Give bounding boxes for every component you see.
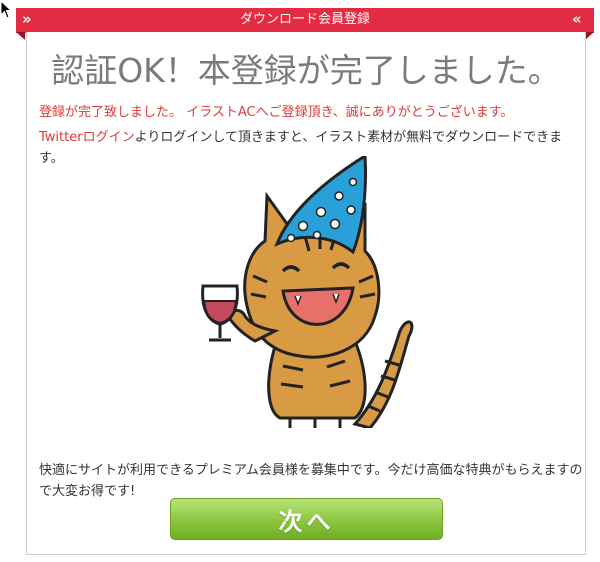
double-chevron-left-icon: « [572,10,582,28]
double-chevron-right-icon: » [22,10,32,28]
ribbon-fold-right [585,32,594,40]
party-cat-icon [201,156,414,428]
twitter-login-link[interactable]: Twitterログイン [39,130,135,145]
mouse-cursor-icon [0,0,13,19]
page-headline: 認証OK！本登録が完了しました。 [51,51,561,90]
header-title: ダウンロード会員登録 [239,12,370,27]
ribbon-fold-left [16,32,25,40]
thanks-message: 登録が完了致しました。 イラストACへご登録頂き、誠にありがとうございます。 [39,105,514,120]
next-button[interactable]: 次へ [170,498,443,540]
next-button-label: 次へ [278,507,335,536]
premium-message: 快適にサイトが利用できるプレミアム会員様を募集中です。今だけ高価な特典がもらえま… [39,463,583,499]
